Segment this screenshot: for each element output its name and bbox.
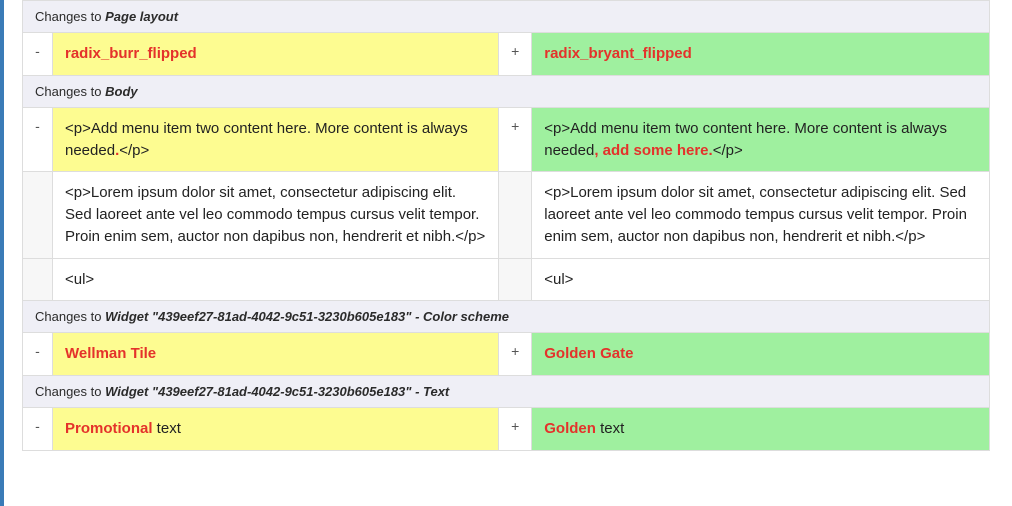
context-row: <ul> <ul> bbox=[23, 258, 990, 301]
added-text: text bbox=[596, 420, 624, 437]
diff-row: - Promotional text + Golden text bbox=[23, 408, 990, 451]
added-cell: Golden text bbox=[532, 408, 990, 451]
context-row: <p>Lorem ipsum dolor sit amet, consectet… bbox=[23, 172, 990, 258]
minus-sign: - bbox=[23, 107, 53, 172]
diff-table: Changes to Page layout - radix_burr_flip… bbox=[22, 0, 990, 451]
added-highlight: radix_bryant_flipped bbox=[544, 45, 692, 62]
added-highlight: , add some here. bbox=[594, 142, 712, 159]
context-left: <p>Lorem ipsum dolor sit amet, consectet… bbox=[53, 172, 499, 258]
diff-row: - <p>Add menu item two content here. Mor… bbox=[23, 107, 990, 172]
removed-highlight: Wellman Tile bbox=[65, 345, 156, 362]
context-sign bbox=[499, 172, 532, 258]
added-text-post: </p> bbox=[713, 142, 743, 159]
diff-row: - Wellman Tile + Golden Gate bbox=[23, 333, 990, 376]
context-right: <ul> bbox=[532, 258, 990, 301]
diff-row: - radix_burr_flipped + radix_bryant_flip… bbox=[23, 33, 990, 76]
added-highlight: Golden Gate bbox=[544, 345, 633, 362]
plus-sign: + bbox=[499, 107, 532, 172]
section-prefix: Changes to bbox=[35, 384, 105, 399]
section-header: Changes to Widget "439eef27-81ad-4042-9c… bbox=[23, 376, 990, 408]
removed-text-post: </p> bbox=[119, 142, 149, 159]
diff-container: { "sections": [ { "title_prefix": "Chang… bbox=[0, 0, 1012, 473]
minus-sign: - bbox=[23, 408, 53, 451]
context-right: <p>Lorem ipsum dolor sit amet, consectet… bbox=[532, 172, 990, 258]
added-cell: <p>Add menu item two content here. More … bbox=[532, 107, 990, 172]
section-header: Changes to Widget "439eef27-81ad-4042-9c… bbox=[23, 301, 990, 333]
removed-cell: Promotional text bbox=[53, 408, 499, 451]
removed-text: text bbox=[153, 420, 181, 437]
added-highlight: Golden bbox=[544, 420, 596, 437]
section-title: Page layout bbox=[105, 9, 178, 24]
context-left: <ul> bbox=[53, 258, 499, 301]
section-header: Changes to Body bbox=[23, 75, 990, 107]
plus-sign: + bbox=[499, 333, 532, 376]
plus-sign: + bbox=[499, 33, 532, 76]
removed-cell: Wellman Tile bbox=[53, 333, 499, 376]
section-prefix: Changes to bbox=[35, 9, 105, 24]
section-title: Widget "439eef27-81ad-4042-9c51-3230b605… bbox=[105, 309, 509, 324]
section-title: Widget "439eef27-81ad-4042-9c51-3230b605… bbox=[105, 384, 449, 399]
added-cell: radix_bryant_flipped bbox=[532, 33, 990, 76]
removed-highlight: Promotional bbox=[65, 420, 153, 437]
section-prefix: Changes to bbox=[35, 84, 105, 99]
removed-highlight: radix_burr_flipped bbox=[65, 45, 197, 62]
context-sign bbox=[23, 258, 53, 301]
left-accent-strip bbox=[0, 0, 4, 506]
minus-sign: - bbox=[23, 333, 53, 376]
minus-sign: - bbox=[23, 33, 53, 76]
context-sign bbox=[23, 172, 53, 258]
plus-sign: + bbox=[499, 408, 532, 451]
removed-cell: <p>Add menu item two content here. More … bbox=[53, 107, 499, 172]
context-sign bbox=[499, 258, 532, 301]
section-prefix: Changes to bbox=[35, 309, 105, 324]
section-header: Changes to Page layout bbox=[23, 1, 990, 33]
added-cell: Golden Gate bbox=[532, 333, 990, 376]
section-title: Body bbox=[105, 84, 138, 99]
removed-cell: radix_burr_flipped bbox=[53, 33, 499, 76]
